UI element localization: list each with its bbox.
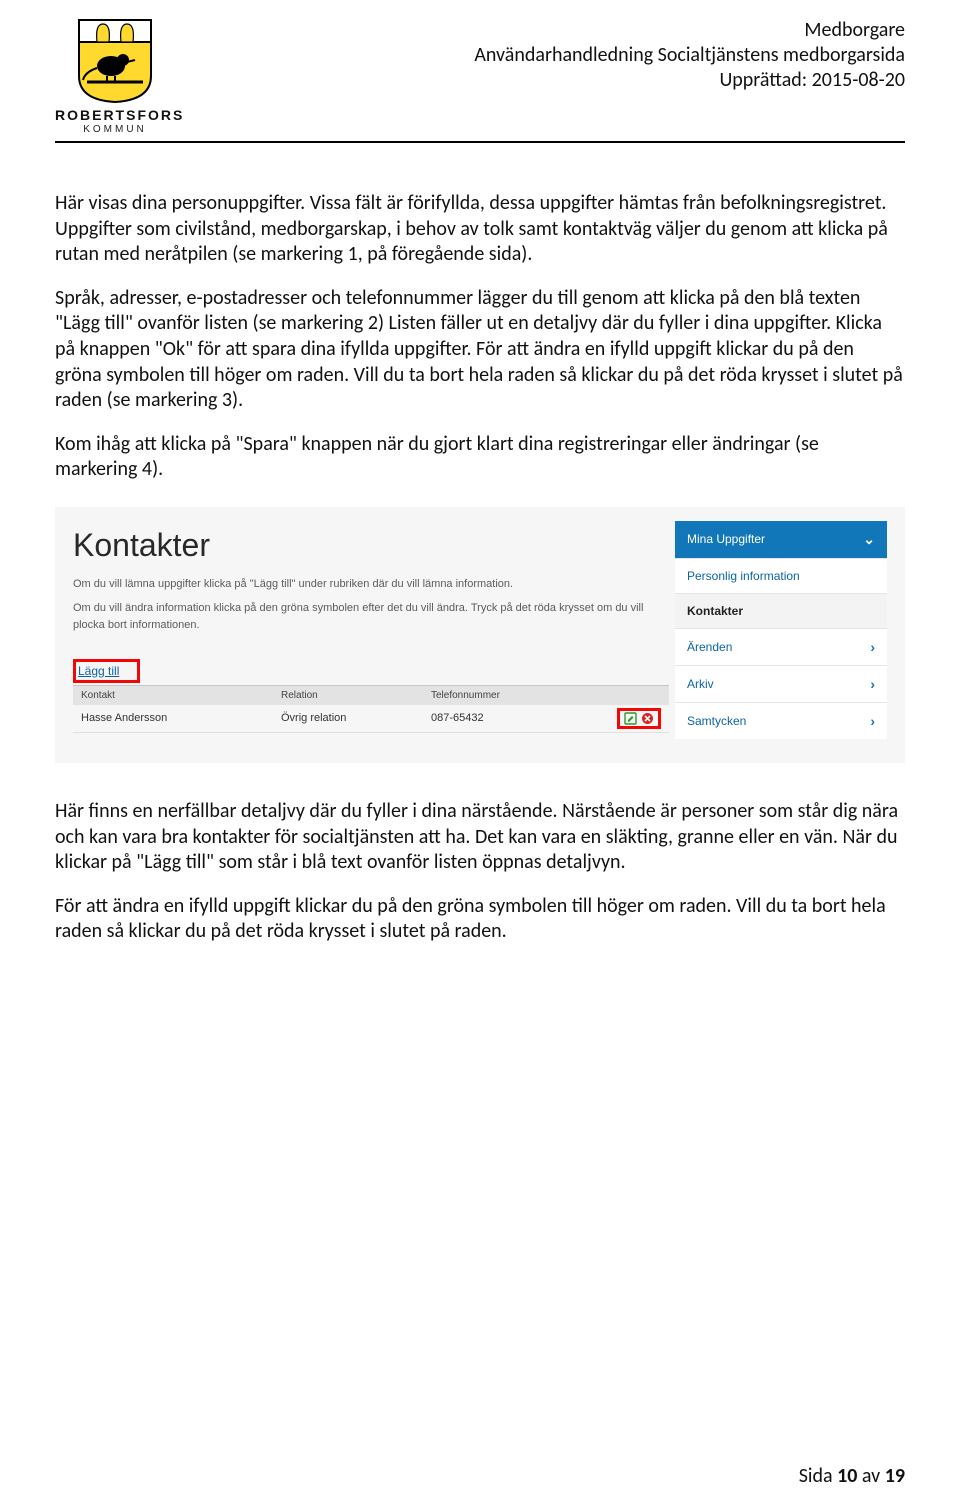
footer-label: Sida [799, 1464, 837, 1488]
header-divider [55, 141, 905, 143]
org-name: ROBERTSFORS [55, 108, 175, 122]
sidebar-item-kontakter[interactable]: Kontakter [675, 594, 887, 629]
sidebar-item-label: Samtycken [687, 714, 746, 728]
footer-total: 19 [885, 1464, 905, 1488]
chevron-down-icon: ⌄ [863, 531, 875, 548]
cell-phone: 087-65432 [431, 712, 591, 724]
col-phone: Telefonnummer [431, 690, 591, 701]
table-header-row: Kontakt Relation Telefonnummer [73, 686, 669, 705]
municipal-crest-icon [77, 18, 153, 104]
col-relation: Relation [281, 690, 431, 701]
sidebar-item-arenden[interactable]: Ärenden › [675, 629, 887, 666]
cell-name: Hasse Andersson [81, 712, 281, 724]
sidebar-item-personlig-information[interactable]: Personlig information [675, 559, 887, 594]
header-line-2: Användarhandledning Socialtjänstens medb… [474, 43, 905, 68]
screenshot-desc-1: Om du vill lämna uppgifter klicka på "Lä… [73, 576, 669, 594]
sidebar-item-label: Kontakter [687, 604, 743, 618]
org-logo-block: ROBERTSFORS KOMMUN [55, 18, 175, 135]
embedded-screenshot: Kontakter Om du vill lämna uppgifter kli… [55, 507, 905, 763]
screenshot-sidebar: Mina Uppgifter ⌄ Personlig information K… [675, 521, 887, 739]
contacts-table: Kontakt Relation Telefonnummer Hasse And… [73, 685, 669, 733]
chevron-right-icon: › [870, 639, 875, 655]
sidebar-item-label: Mina Uppgifter [687, 532, 765, 546]
header-line-1: Medborgare [474, 18, 905, 43]
sidebar-item-arkiv[interactable]: Arkiv › [675, 666, 887, 703]
table-row: Hasse Andersson Övrig relation 087-65432 [73, 705, 669, 733]
org-subtitle: KOMMUN [55, 124, 175, 135]
footer-page: 10 [837, 1464, 857, 1488]
paragraph-5: För att ändra en ifylld uppgift klickar … [55, 894, 905, 945]
paragraph-2: Språk, adresser, e-postadresser och tele… [55, 286, 905, 414]
sidebar-item-label: Ärenden [687, 640, 732, 654]
body-copy-bottom: Här finns en nerfällbar detaljvy där du … [55, 799, 905, 945]
sidebar-item-mina-uppgifter[interactable]: Mina Uppgifter ⌄ [675, 521, 887, 559]
screenshot-main: Kontakter Om du vill lämna uppgifter kli… [73, 521, 669, 739]
edit-icon[interactable] [624, 712, 637, 725]
footer-of: av [857, 1464, 884, 1488]
chevron-right-icon: › [870, 676, 875, 692]
header-meta: Medborgare Användarhandledning Socialtjä… [474, 18, 905, 93]
sidebar-item-samtycken[interactable]: Samtycken › [675, 703, 887, 739]
delete-icon[interactable] [641, 712, 654, 725]
chevron-right-icon: › [870, 713, 875, 729]
page-header: ROBERTSFORS KOMMUN Medborgare Användarha… [55, 18, 905, 135]
page-footer: Sida 10 av 19 [799, 1464, 905, 1488]
screenshot-title: Kontakter [73, 527, 669, 564]
paragraph-4: Här finns en nerfällbar detaljvy där du … [55, 799, 905, 876]
sidebar-item-label: Arkiv [687, 677, 714, 691]
row-actions-highlight [617, 708, 661, 729]
screenshot-desc-2: Om du vill ändra information klicka på d… [73, 600, 669, 635]
paragraph-3: Kom ihåg att klicka på "Spara" knappen n… [55, 432, 905, 483]
body-copy-top: Här visas dina personuppgifter. Vissa fä… [55, 191, 905, 483]
add-link-highlight: Lägg till [73, 659, 140, 683]
header-line-3: Upprättad: 2015-08-20 [474, 68, 905, 93]
add-link[interactable]: Lägg till [78, 664, 119, 678]
cell-relation: Övrig relation [281, 712, 431, 724]
col-contact: Kontakt [81, 690, 281, 701]
paragraph-1: Här visas dina personuppgifter. Vissa fä… [55, 191, 905, 268]
sidebar-item-label: Personlig information [687, 569, 800, 583]
